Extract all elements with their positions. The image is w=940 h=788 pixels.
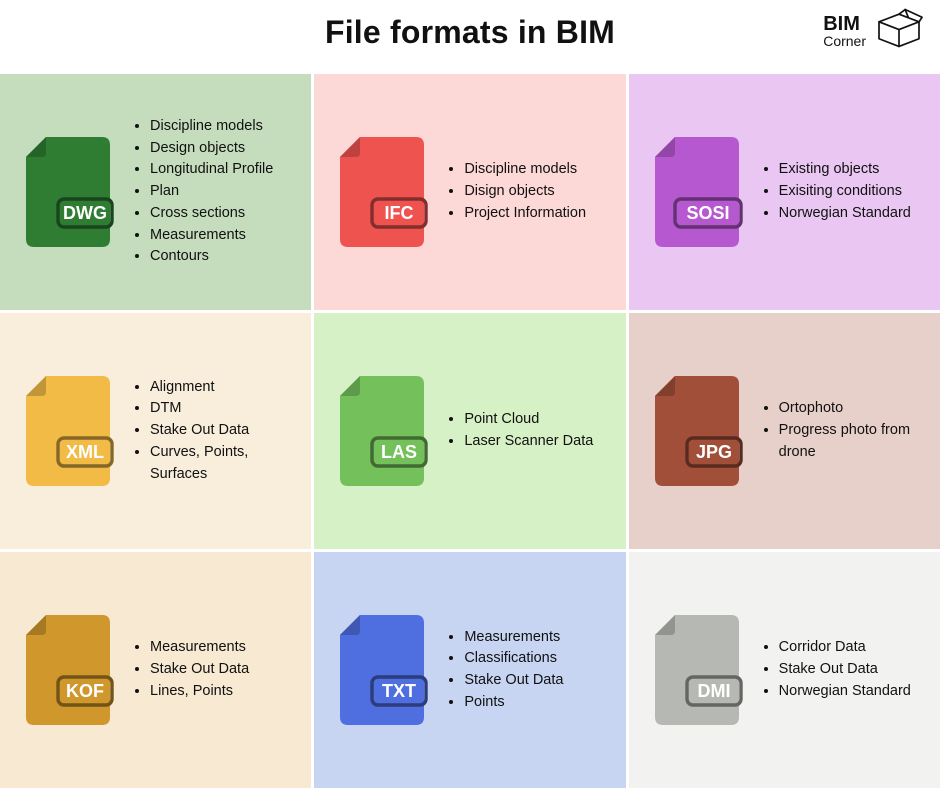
card-inner: KOF MeasurementsStake Out DataLines, Poi…	[18, 611, 295, 729]
file-icon: TXT	[332, 611, 432, 729]
list-item: Stake Out Data	[150, 420, 295, 442]
list-item: Contours	[150, 246, 273, 268]
svg-text:KOF: KOF	[66, 681, 104, 701]
list-item: Cross sections	[150, 203, 273, 225]
list-item: Stake Out Data	[464, 670, 563, 692]
card-inner: JPG OrtophotoProgress photo from drone	[647, 372, 924, 490]
file-icon: DMI	[647, 611, 747, 729]
list-item: Measurements	[464, 627, 563, 649]
card-inner: LAS Point CloudLaser Scanner Data	[332, 372, 609, 490]
cards-grid: DWG Discipline modelsDesign objectsLongi…	[0, 74, 940, 788]
file-icon: SOSI	[647, 133, 747, 251]
svg-text:JPG: JPG	[696, 442, 732, 462]
card-sosi: SOSI Existing objectsExisiting condition…	[629, 74, 940, 310]
list-item: Laser Scanner Data	[464, 431, 593, 453]
card-dwg: DWG Discipline modelsDesign objectsLongi…	[0, 74, 311, 310]
list-item: Curves, Points, Surfaces	[150, 442, 295, 486]
svg-text:IFC: IFC	[385, 203, 414, 223]
list-item: Design objects	[150, 138, 273, 160]
card-items: Discipline modelsDisign objectsProject I…	[446, 159, 586, 224]
card-txt: TXT MeasurementsClassificationsStake Out…	[314, 552, 625, 788]
svg-text:XML: XML	[66, 442, 104, 462]
infographic: File formats in BIM BIM Corner	[0, 0, 940, 788]
header: File formats in BIM BIM Corner	[0, 0, 940, 74]
file-icon: KOF	[18, 611, 118, 729]
list-item: Plan	[150, 181, 273, 203]
list-item: Measurements	[150, 637, 249, 659]
brand-line-1: BIM	[823, 14, 866, 34]
brand-logo: BIM Corner	[823, 8, 924, 53]
brand-line-2: Corner	[823, 34, 866, 48]
list-item: DTM	[150, 398, 295, 420]
card-inner: TXT MeasurementsClassificationsStake Out…	[332, 611, 609, 729]
list-item: Points	[464, 692, 563, 714]
svg-text:TXT: TXT	[382, 681, 416, 701]
list-item: Point Cloud	[464, 409, 593, 431]
card-items: MeasurementsClassificationsStake Out Dat…	[446, 627, 563, 714]
card-items: Discipline modelsDesign objectsLongitudi…	[132, 116, 273, 268]
box-icon	[874, 8, 924, 53]
list-item: Existing objects	[779, 159, 911, 181]
list-item: Ortophoto	[779, 398, 924, 420]
file-icon: DWG	[18, 133, 118, 251]
list-item: Project Information	[464, 203, 586, 225]
card-items: MeasurementsStake Out DataLines, Points	[132, 637, 249, 702]
list-item: Stake Out Data	[150, 659, 249, 681]
list-item: Norwegian Standard	[779, 203, 911, 225]
card-dmi: DMI Corridor DataStake Out DataNorwegian…	[629, 552, 940, 788]
card-inner: IFC Discipline modelsDisign objectsProje…	[332, 133, 609, 251]
list-item: Measurements	[150, 225, 273, 247]
list-item: Disign objects	[464, 181, 586, 203]
list-item: Longitudinal Profile	[150, 159, 273, 181]
list-item: Norwegian Standard	[779, 681, 911, 703]
card-items: Existing objectsExisiting conditionsNorw…	[761, 159, 911, 224]
card-kof: KOF MeasurementsStake Out DataLines, Poi…	[0, 552, 311, 788]
page-title: File formats in BIM	[0, 14, 940, 51]
card-inner: DMI Corridor DataStake Out DataNorwegian…	[647, 611, 924, 729]
brand-text: BIM Corner	[823, 14, 866, 48]
list-item: Corridor Data	[779, 637, 911, 659]
svg-text:DMI: DMI	[697, 681, 730, 701]
list-item: Progress photo from drone	[779, 420, 924, 464]
card-jpg: JPG OrtophotoProgress photo from drone	[629, 313, 940, 549]
file-icon: XML	[18, 372, 118, 490]
list-item: Discipline models	[464, 159, 586, 181]
list-item: Alignment	[150, 377, 295, 399]
card-items: Point CloudLaser Scanner Data	[446, 409, 593, 453]
list-item: Stake Out Data	[779, 659, 911, 681]
card-inner: SOSI Existing objectsExisiting condition…	[647, 133, 924, 251]
list-item: Lines, Points	[150, 681, 249, 703]
svg-text:SOSI: SOSI	[686, 203, 729, 223]
card-ifc: IFC Discipline modelsDisign objectsProje…	[314, 74, 625, 310]
list-item: Exisiting conditions	[779, 181, 911, 203]
card-xml: XML AlignmentDTMStake Out DataCurves, Po…	[0, 313, 311, 549]
list-item: Discipline models	[150, 116, 273, 138]
card-items: AlignmentDTMStake Out DataCurves, Points…	[132, 377, 295, 486]
list-item: Classifications	[464, 648, 563, 670]
file-icon: IFC	[332, 133, 432, 251]
card-items: OrtophotoProgress photo from drone	[761, 398, 924, 463]
card-inner: XML AlignmentDTMStake Out DataCurves, Po…	[18, 372, 295, 490]
card-items: Corridor DataStake Out DataNorwegian Sta…	[761, 637, 911, 702]
svg-text:DWG: DWG	[63, 203, 107, 223]
svg-text:LAS: LAS	[381, 442, 417, 462]
file-icon: LAS	[332, 372, 432, 490]
file-icon: JPG	[647, 372, 747, 490]
card-inner: DWG Discipline modelsDesign objectsLongi…	[18, 116, 295, 268]
card-las: LAS Point CloudLaser Scanner Data	[314, 313, 625, 549]
